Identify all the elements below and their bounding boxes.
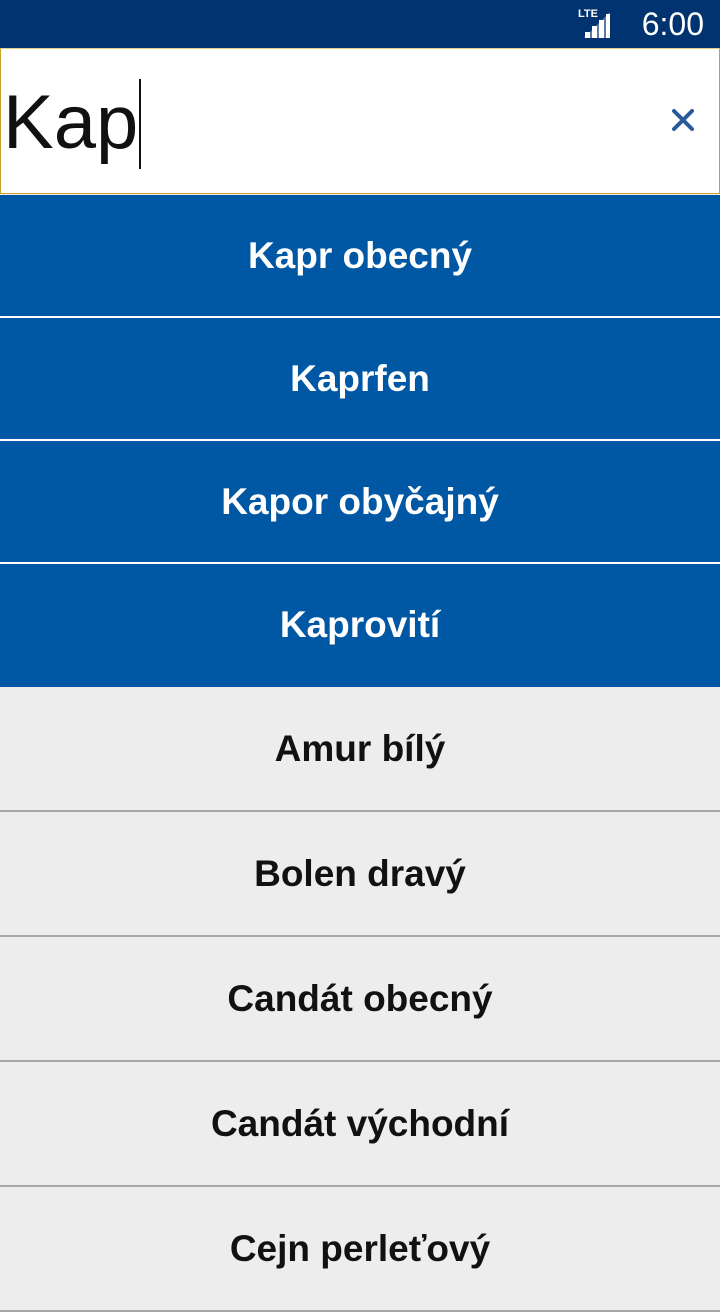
match-label: Kaprfen xyxy=(290,357,430,399)
list-item-label: Amur bílý xyxy=(274,727,446,769)
list-item[interactable]: Bolen dravý xyxy=(0,812,720,937)
list-item[interactable]: Candát obecný xyxy=(0,937,720,1062)
list-item[interactable]: Amur bílý xyxy=(0,687,720,812)
list-item[interactable]: Candát východní xyxy=(0,1062,720,1187)
search-box[interactable]: Kap xyxy=(0,48,720,194)
status-time: 6:00 xyxy=(641,6,704,42)
clear-search-button[interactable] xyxy=(661,97,705,141)
match-label: Kaprovití xyxy=(279,604,441,645)
lte-signal-icon: LTE xyxy=(578,8,610,38)
match-row[interactable]: Kapr obecný xyxy=(0,195,720,318)
search-input[interactable]: Kap xyxy=(3,79,142,169)
close-icon xyxy=(672,109,694,131)
match-label: Kapr obecný xyxy=(247,234,473,276)
list-item-label: Candát obecný xyxy=(227,977,493,1019)
text-caret xyxy=(139,79,142,169)
search-query: Kap xyxy=(3,80,139,165)
match-row[interactable]: Kapor obyčajný xyxy=(0,441,720,564)
list-item-label: Bolen dravý xyxy=(254,852,466,894)
list-item[interactable]: Cejn perleťový xyxy=(0,1187,720,1312)
match-row[interactable]: Kaprfen xyxy=(0,318,720,441)
list-item-label: Candát východní xyxy=(210,1102,510,1144)
network-label: LTE xyxy=(578,8,598,20)
results-list: Kapr obecný Kaprfen Kapor obyčajný Kapro… xyxy=(0,195,720,1312)
status-bar: LTE 6:00 xyxy=(0,0,720,48)
match-row[interactable]: Kaprovití xyxy=(0,564,720,687)
list-item-label: Cejn perleťový xyxy=(229,1227,491,1269)
match-label: Kapor obyčajný xyxy=(221,480,499,522)
